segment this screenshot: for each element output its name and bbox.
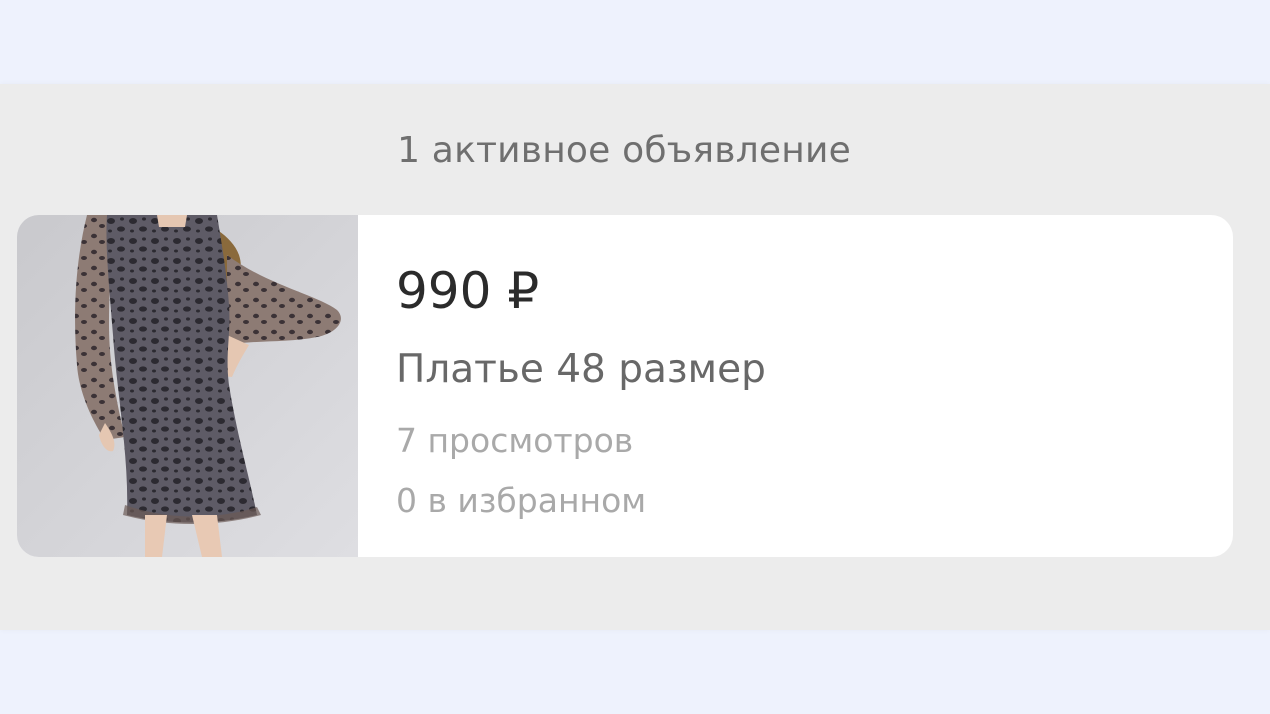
active-listings-count: 1 активное объявление [397, 130, 851, 171]
listing-title[interactable]: Платье 48 размер [396, 346, 766, 394]
listing-price: 990 ₽ [396, 262, 540, 320]
listing-card[interactable]: 990 ₽ Платье 48 размер 7 просмотров 0 в … [17, 215, 1233, 557]
favorites-count: 0 в избранном [396, 481, 647, 520]
listing-photo [17, 215, 358, 557]
dress-photo-icon [17, 215, 358, 557]
views-count: 7 просмотров [396, 421, 634, 460]
